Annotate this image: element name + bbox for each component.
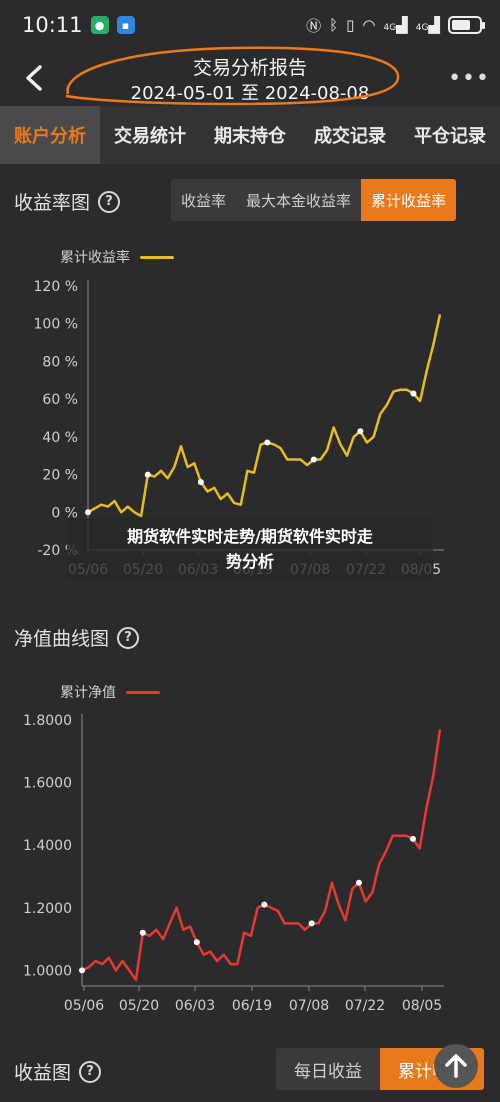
- y-tick-label: 40 %: [42, 430, 78, 446]
- tab-fill-records[interactable]: 成交记录: [300, 106, 400, 164]
- x-tick-label: 08/05: [402, 998, 442, 1014]
- profit-section: 收益图 ? 每日收益 累计收益: [0, 1038, 500, 1102]
- y-tick-label: 80 %: [42, 354, 78, 370]
- data-point-marker: [409, 835, 416, 842]
- wifi-icon: ◠: [362, 16, 376, 34]
- y-tick-label: 100 %: [34, 317, 78, 333]
- cumulative-return-line: [87, 314, 442, 518]
- data-point-marker: [144, 471, 151, 478]
- data-point-marker: [193, 939, 200, 946]
- tab-end-positions[interactable]: 期末持仓: [200, 106, 300, 164]
- highlight-ellipse: [65, 46, 400, 106]
- caption-line-2: 势分析: [225, 552, 274, 571]
- profit-title-text: 收益图: [14, 1062, 72, 1084]
- signal-icon-b: 4G▟: [415, 16, 440, 34]
- x-tick-label: 07/22: [345, 998, 385, 1014]
- tab-bar: 账户分析 交易统计 期末持仓 成交记录 平仓记录: [0, 106, 500, 164]
- x-tick-label: 06/19: [232, 998, 272, 1014]
- bluetooth-icon: ᛒ: [329, 16, 339, 34]
- data-point-marker: [197, 479, 204, 486]
- y-tick-label: 1.0000: [23, 963, 72, 979]
- tab-account-analysis[interactable]: 账户分析: [0, 106, 100, 164]
- data-point-marker: [261, 901, 268, 908]
- caption-line-1: 期货软件实时走势/期货软件实时走: [127, 527, 373, 546]
- wechat-icon: ●: [90, 16, 109, 34]
- cumulative-nav-line: [81, 729, 442, 981]
- data-point-marker: [264, 439, 271, 446]
- data-point-marker: [357, 428, 364, 435]
- help-icon[interactable]: ?: [79, 1060, 102, 1083]
- y-tick-label: 1.8000: [23, 713, 72, 729]
- cumulative-nav-chart: 1.8000 1.6000 1.4000 1.2000 1.0000 05/06 05/20…: [23, 713, 444, 1014]
- x-tick-label: 05/06: [64, 998, 104, 1014]
- nav-curve-section: 净值曲线图 ? 累计净值 1.8000 1.6000 1.4000 1.2000 1.0…: [0, 598, 500, 1030]
- tab-close-records[interactable]: 平仓记录: [400, 106, 500, 164]
- data-point-marker: [308, 920, 315, 927]
- y-tick-label: 1.4000: [23, 838, 72, 854]
- vibrate-icon: ▯: [346, 16, 355, 34]
- x-tick-label: 05/20: [119, 998, 159, 1014]
- nfc-icon: Ⓝ: [306, 16, 322, 35]
- tab-trade-stats[interactable]: 交易统计: [100, 106, 200, 164]
- x-tick-label: 06/03: [175, 998, 215, 1014]
- data-point-marker: [139, 929, 146, 936]
- arrow-up-icon: [445, 1054, 467, 1078]
- data-point-marker: [410, 390, 417, 397]
- segment-daily-profit[interactable]: 每日收益: [276, 1048, 380, 1090]
- data-point-marker: [79, 967, 85, 974]
- y-tick-label: 1.2000: [23, 901, 72, 917]
- chat-app-icon: ▪: [116, 16, 135, 34]
- y-tick-label: 60 %: [42, 392, 78, 408]
- data-point-marker: [310, 456, 317, 463]
- y-tick-label: 120 %: [34, 279, 78, 295]
- data-point-marker: [355, 879, 362, 886]
- scroll-top-button[interactable]: [434, 1044, 478, 1088]
- more-button[interactable]: •••: [448, 66, 490, 91]
- x-tick-label: 07/08: [289, 998, 329, 1014]
- data-point-marker: [85, 509, 91, 516]
- signal-icon-a: 4G▟: [383, 16, 408, 34]
- status-time: 10:11: [22, 13, 83, 37]
- y-tick-label: 1.6000: [23, 776, 72, 792]
- y-tick-label: 20 %: [42, 468, 78, 484]
- profit-title: 收益图 ?: [14, 1058, 102, 1085]
- caption-overlay: 期货软件实时走势/期货软件实时走 势分析: [67, 518, 433, 580]
- status-icons: Ⓝ ᛒ ▯ ◠ 4G▟ 4G▟: [306, 15, 485, 36]
- battery-icon: [448, 16, 485, 34]
